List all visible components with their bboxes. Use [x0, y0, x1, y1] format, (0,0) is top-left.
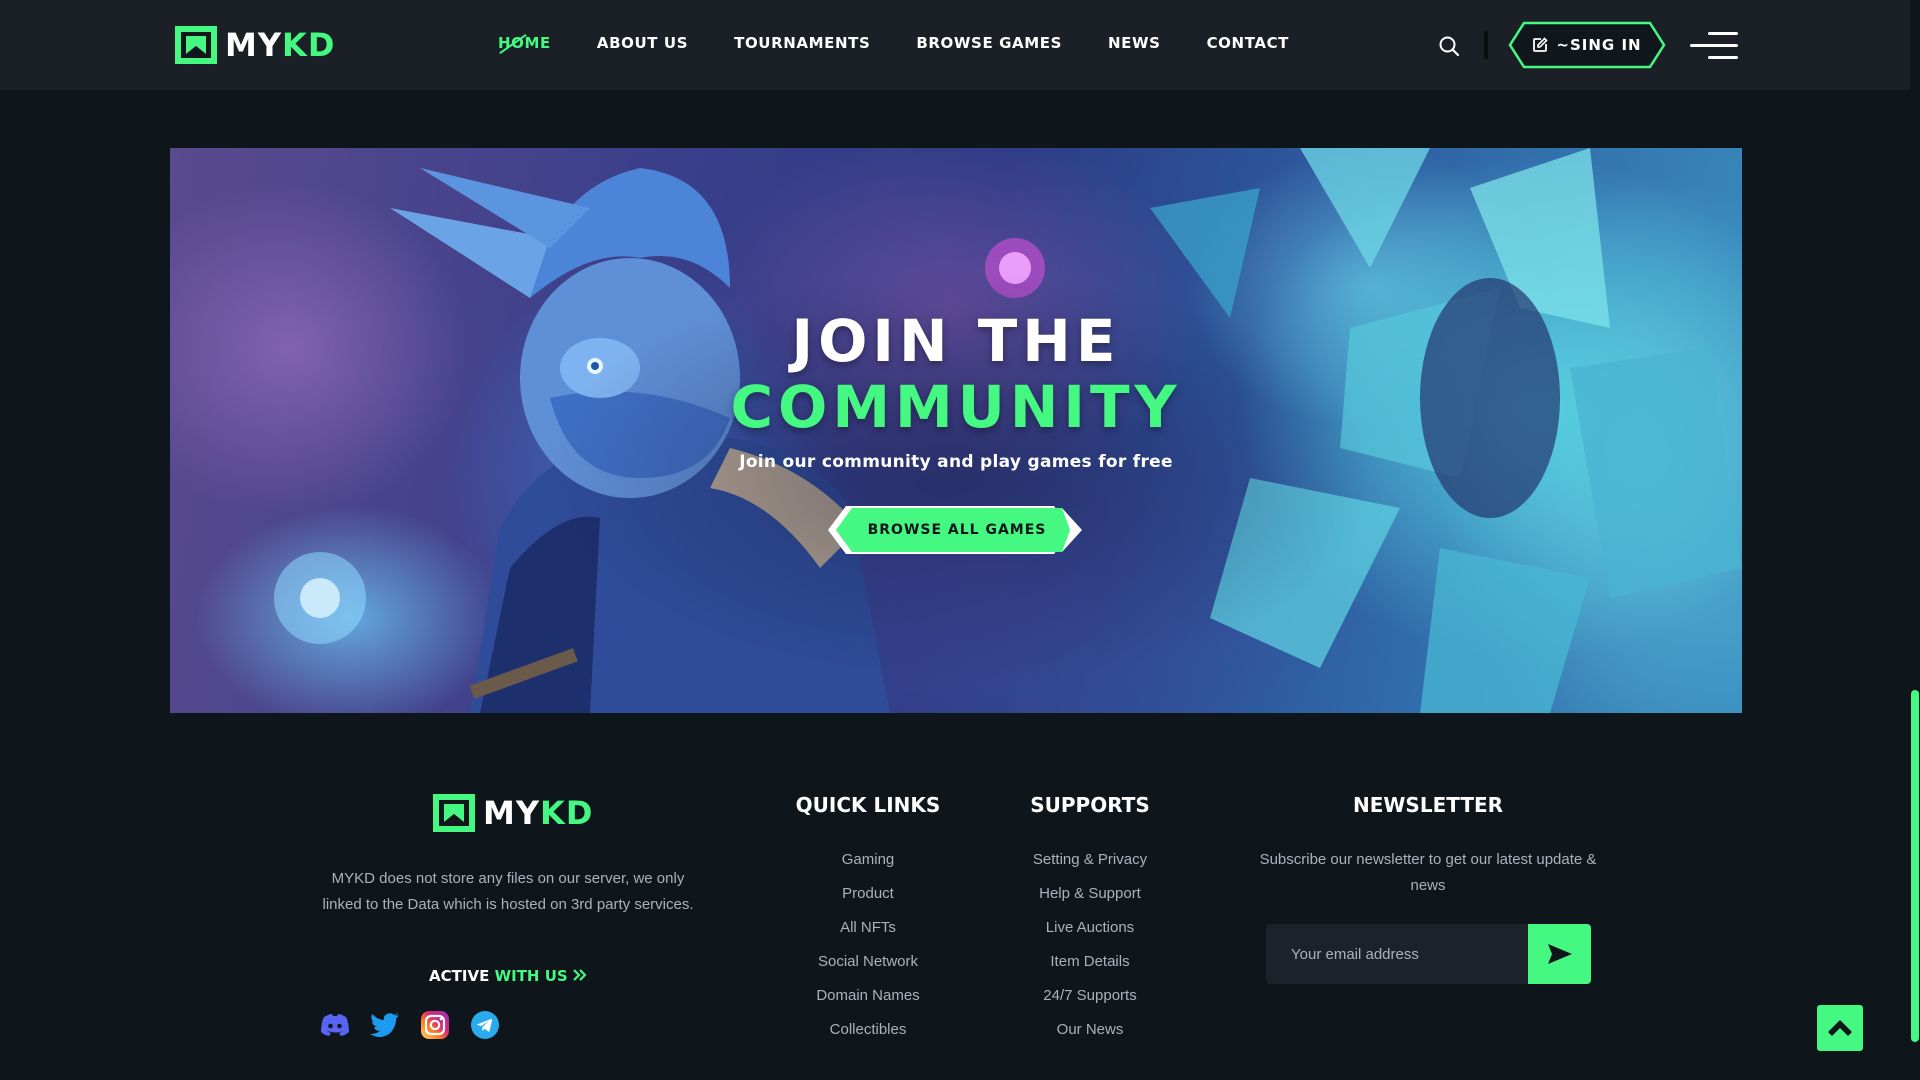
header-divider	[1484, 31, 1488, 59]
browse-all-games-label: BROWSE ALL GAMES	[867, 522, 1047, 538]
footer-logo[interactable]: MYKD	[433, 794, 593, 832]
quick-link-domain-names[interactable]: Domain Names	[768, 979, 968, 1013]
scroll-to-top-button[interactable]	[1817, 1005, 1863, 1051]
join-community-banner: JOIN THE COMMUNITY Join our community an…	[170, 148, 1742, 713]
newsletter-text: Subscribe our newsletter to get our late…	[1259, 851, 1597, 894]
chevron-up-icon	[1828, 1020, 1852, 1036]
support-link-live-auctions[interactable]: Live Auctions	[990, 911, 1190, 945]
support-link-help-support[interactable]: Help & Support	[990, 877, 1190, 911]
hamburger-menu-icon[interactable]	[1690, 30, 1738, 62]
nav-about-us[interactable]: ABOUT US	[597, 34, 688, 52]
newsletter-form	[1266, 924, 1591, 984]
nav-contact[interactable]: CONTACT	[1207, 34, 1289, 52]
discord-icon[interactable]	[320, 1010, 350, 1040]
nav-tournaments[interactable]: TOURNAMENTS	[734, 34, 870, 52]
quick-link-all-nfts[interactable]: All NFTs	[768, 911, 968, 945]
signin-label: ~SING IN	[1556, 36, 1642, 54]
quick-link-collectibles[interactable]: Collectibles	[768, 1013, 968, 1047]
signin-button[interactable]: ~SING IN	[1508, 21, 1666, 69]
quick-links-title: QUICK LINKS	[795, 793, 941, 817]
social-links	[320, 1010, 500, 1040]
newsletter-submit-button[interactable]	[1528, 924, 1591, 984]
supports-title: SUPPORTS	[1030, 793, 1150, 817]
search-icon[interactable]	[1438, 35, 1460, 57]
hero-title-line2: COMMUNITY	[730, 373, 1182, 441]
telegram-icon[interactable]	[470, 1010, 500, 1040]
twitter-icon[interactable]	[370, 1010, 400, 1040]
site-header: MYKD HOME ABOUT US TOURNAMENTS BROWSE GA…	[0, 0, 1910, 90]
quick-link-gaming[interactable]: Gaming	[768, 843, 968, 877]
active-with-us-link[interactable]: ACTIVE WITH US	[320, 967, 696, 985]
quick-links-list: Gaming Product All NFTs Social Network D…	[768, 843, 968, 1047]
supports-list: Setting & Privacy Help & Support Live Au…	[990, 843, 1190, 1047]
double-chevron-right-icon	[573, 969, 587, 981]
instagram-icon[interactable]	[420, 1010, 450, 1040]
support-link-our-news[interactable]: Our News	[990, 1013, 1190, 1047]
quick-link-social-network[interactable]: Social Network	[768, 945, 968, 979]
newsletter-title: NEWSLETTER	[1352, 793, 1504, 817]
footer-logo-text: MYKD	[483, 794, 594, 832]
footer-logo-mark-icon	[433, 794, 475, 832]
send-icon	[1547, 944, 1572, 964]
logo-text: MYKD	[225, 26, 336, 64]
support-link-setting-privacy[interactable]: Setting & Privacy	[990, 843, 1190, 877]
browse-all-games-button[interactable]: BROWSE ALL GAMES	[826, 502, 1088, 558]
newsletter-email-input[interactable]	[1266, 924, 1529, 984]
quick-link-product[interactable]: Product	[768, 877, 968, 911]
hero-title-line1: JOIN THE	[791, 307, 1121, 375]
support-link-item-details[interactable]: Item Details	[990, 945, 1190, 979]
support-link-247-supports[interactable]: 24/7 Supports	[990, 979, 1190, 1013]
scrollbar-thumb[interactable]	[1911, 690, 1919, 1042]
nav-news[interactable]: NEWS	[1108, 34, 1161, 52]
nav-browse-games[interactable]: BROWSE GAMES	[916, 34, 1062, 52]
edit-icon	[1533, 37, 1549, 52]
main-nav: HOME ABOUT US TOURNAMENTS BROWSE GAMES N…	[498, 34, 1335, 52]
nav-home[interactable]: HOME	[498, 34, 551, 52]
logo-mark-icon	[175, 26, 217, 64]
hero-content: JOIN THE COMMUNITY Join our community an…	[170, 308, 1742, 472]
header-logo[interactable]: MYKD	[175, 26, 335, 64]
footer-about-text: MYKD does not store any files on our ser…	[322, 870, 694, 913]
hero-subtitle: Join our community and play games for fr…	[739, 452, 1173, 472]
